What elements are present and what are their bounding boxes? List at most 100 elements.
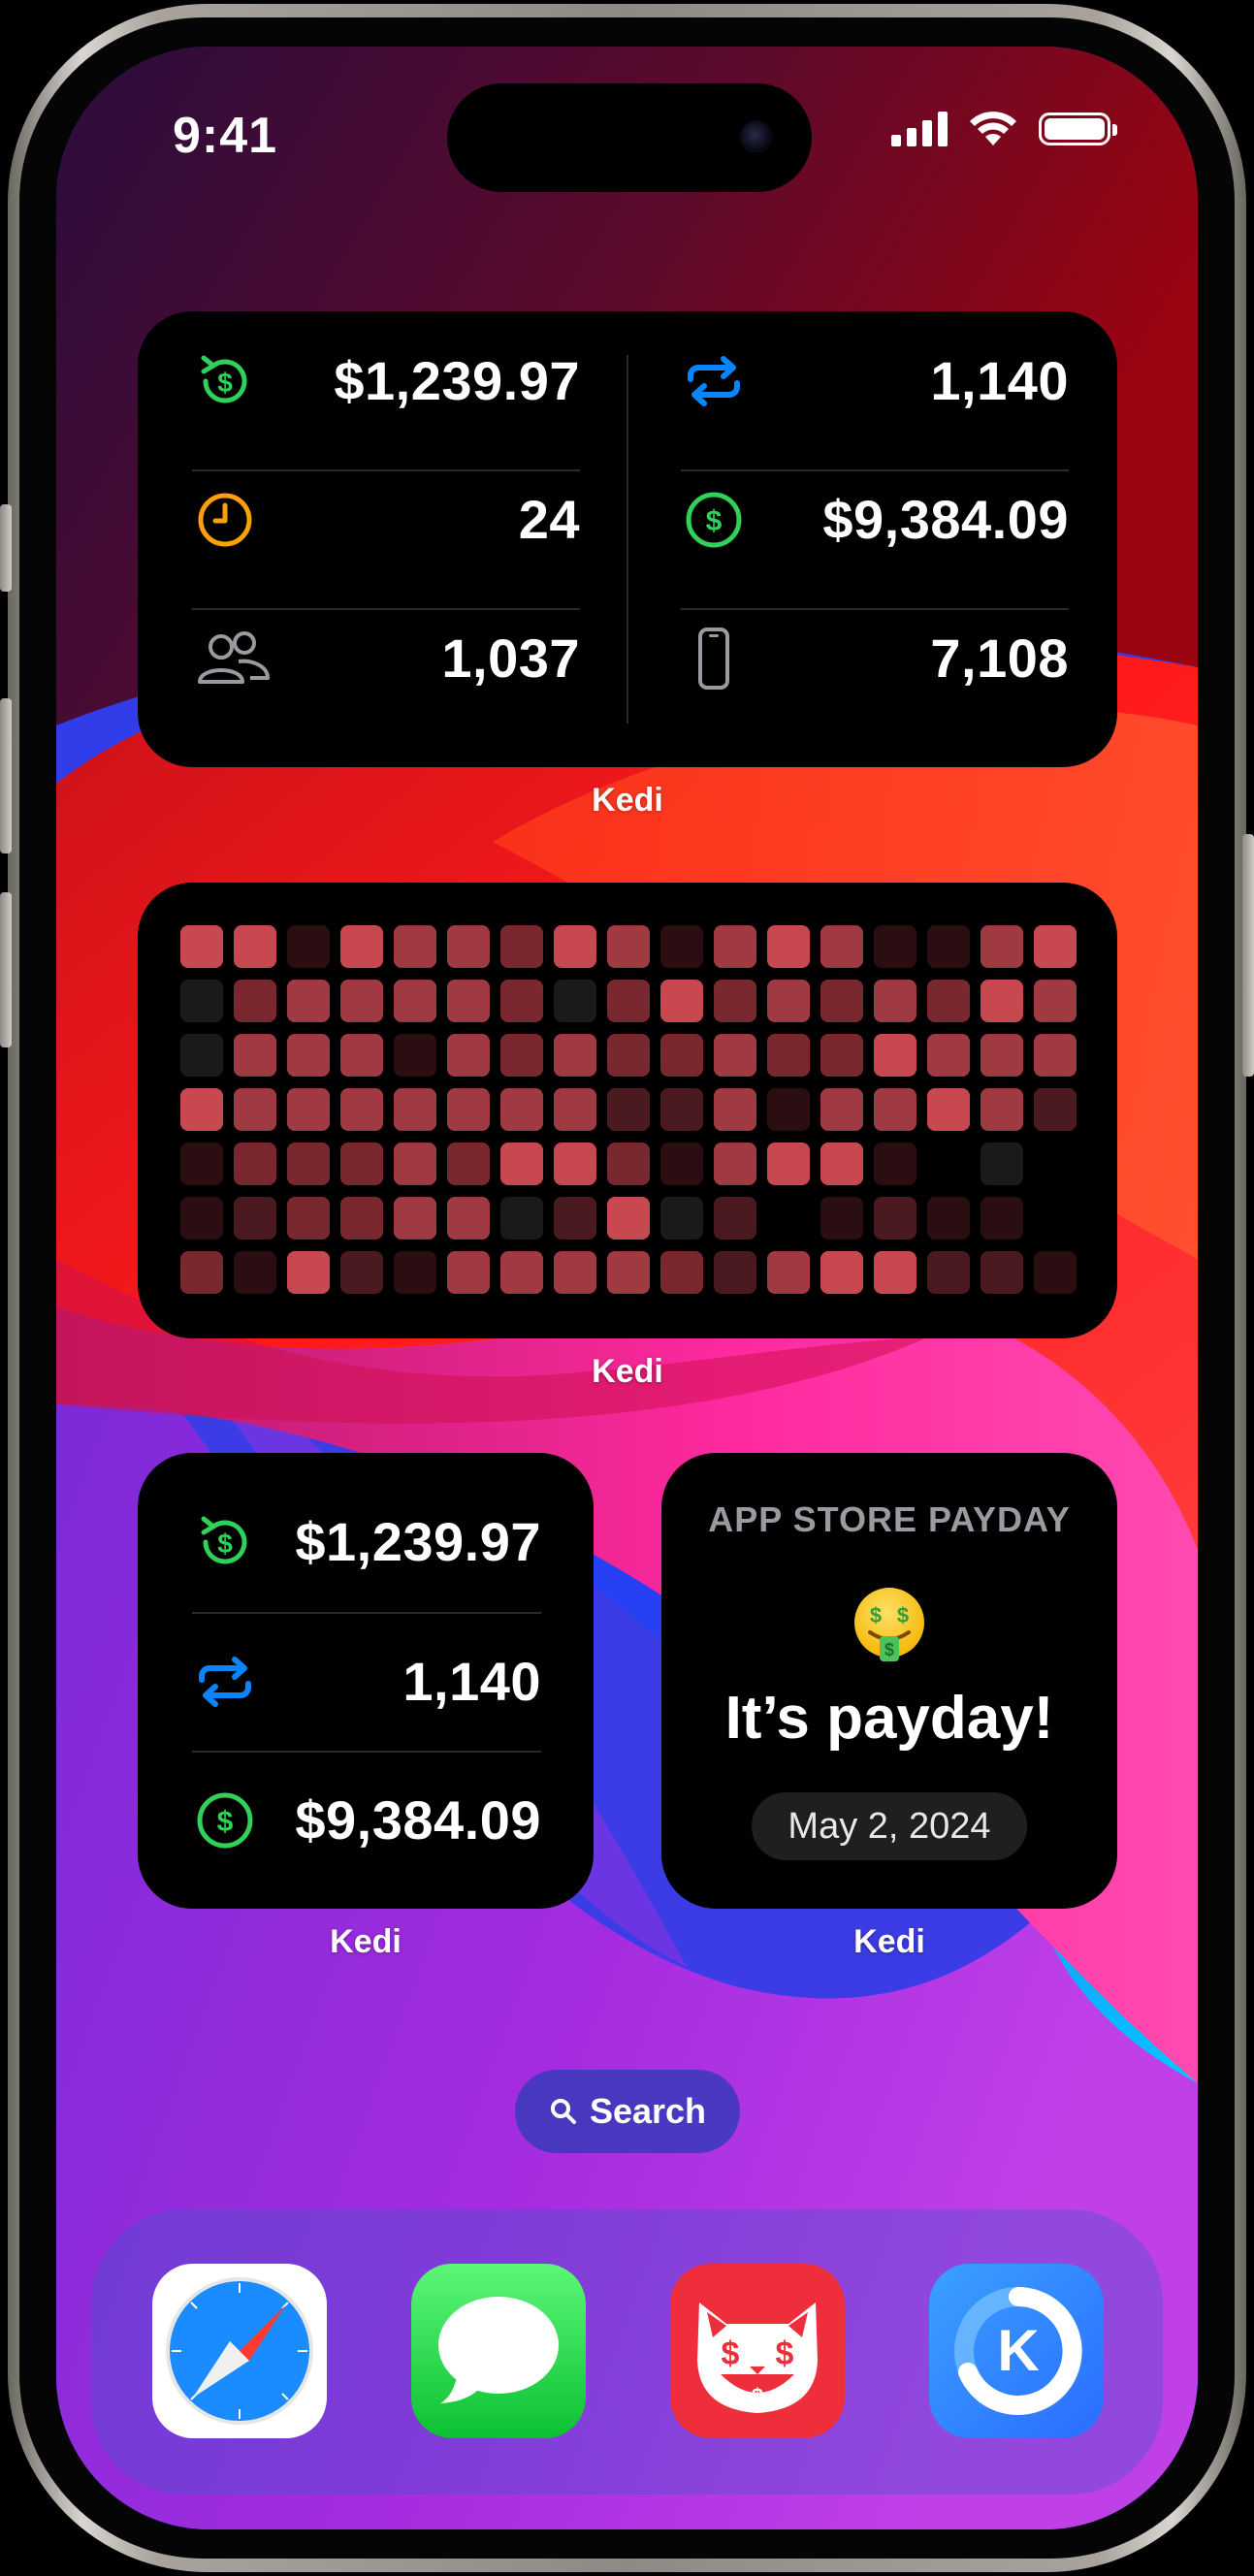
status-icons bbox=[891, 111, 1117, 147]
heatmap-cell bbox=[981, 1034, 1023, 1077]
action-button bbox=[0, 504, 12, 592]
power-button bbox=[1242, 834, 1254, 1077]
messages-icon[interactable] bbox=[411, 2264, 586, 2438]
heatmap-cell bbox=[394, 980, 436, 1022]
widget-label: Kedi bbox=[592, 1353, 663, 1390]
heatmap-cell bbox=[1034, 1143, 1077, 1185]
users-icon bbox=[192, 626, 273, 692]
heatmap-cell bbox=[1034, 980, 1077, 1022]
heatmap-cell bbox=[554, 1143, 596, 1185]
heatmap-cell bbox=[1034, 1197, 1077, 1240]
svg-text:$: $ bbox=[217, 368, 233, 398]
payday-headline: It’s payday! bbox=[724, 1685, 1054, 1752]
svg-text:$: $ bbox=[752, 2384, 763, 2408]
heatmap-cell bbox=[767, 1143, 810, 1185]
stat-row-renewals: 1,140 bbox=[192, 1612, 541, 1751]
heatmap-cell bbox=[927, 1088, 970, 1131]
column-divider bbox=[627, 355, 628, 724]
kedi-k-icon[interactable]: K bbox=[929, 2264, 1104, 2438]
heatmap-cell bbox=[927, 980, 970, 1022]
payday-widget[interactable]: APP STORE PAYDAY $ $ $ It’s payday! May … bbox=[661, 1453, 1117, 1909]
heatmap-cell bbox=[820, 1251, 863, 1294]
heatmap-cell bbox=[287, 1088, 330, 1131]
stat-value: $9,384.09 bbox=[295, 1789, 541, 1851]
heatmap-cell bbox=[927, 1034, 970, 1077]
heatmap-cell bbox=[234, 1143, 276, 1185]
heatmap-cell bbox=[1034, 1088, 1077, 1131]
heatmap-cell bbox=[447, 1143, 490, 1185]
heatmap-cell bbox=[500, 980, 543, 1022]
kedi-cat-icon[interactable]: $ $ $ bbox=[670, 2264, 845, 2438]
heatmap-cell bbox=[287, 925, 330, 968]
home-screen: 9:41 $ $1,239.97 24 1,037 1,140 $ $9,384… bbox=[56, 47, 1198, 2529]
heatmap-cell bbox=[607, 1088, 650, 1131]
svg-text:K: K bbox=[997, 2318, 1039, 2383]
svg-text:$: $ bbox=[776, 2335, 794, 2372]
heatmap-cell bbox=[287, 1251, 330, 1294]
heatmap-cell bbox=[981, 1088, 1023, 1131]
heatmap-cell bbox=[554, 1034, 596, 1077]
heatmap-cell bbox=[714, 1197, 756, 1240]
svg-text:$: $ bbox=[706, 505, 723, 537]
heatmap-cell bbox=[394, 1143, 436, 1185]
heatmap-cell bbox=[714, 1088, 756, 1131]
heatmap-cell bbox=[981, 925, 1023, 968]
heatmap-cell bbox=[234, 925, 276, 968]
stat-value: 1,037 bbox=[441, 628, 580, 689]
heatmap-widget[interactable] bbox=[138, 883, 1117, 1338]
svg-text:$: $ bbox=[897, 1603, 909, 1627]
heatmap-cell bbox=[554, 980, 596, 1022]
stat-value: $1,239.97 bbox=[295, 1511, 541, 1572]
heatmap-cell bbox=[340, 1197, 383, 1240]
heatmap-cell bbox=[234, 1034, 276, 1077]
battery-icon bbox=[1039, 113, 1117, 145]
heatmap-cell bbox=[767, 1251, 810, 1294]
heatmap-cell bbox=[820, 1088, 863, 1131]
heatmap-cell bbox=[1034, 1034, 1077, 1077]
stat-value: 24 bbox=[518, 489, 580, 550]
stat-row-refunds: $ $1,239.97 bbox=[192, 311, 580, 450]
small-stats-widget[interactable]: $ $1,239.97 1,140 $ $9,384.09 bbox=[138, 1453, 594, 1909]
heatmap-cell bbox=[447, 1088, 490, 1131]
heatmap-cell bbox=[660, 1143, 703, 1185]
heatmap-cell bbox=[874, 1034, 916, 1077]
heatmap-cell bbox=[394, 1034, 436, 1077]
heatmap-cell bbox=[180, 1088, 223, 1131]
heatmap-cell bbox=[447, 925, 490, 968]
heatmap-cell bbox=[180, 980, 223, 1022]
heatmap-cell bbox=[500, 1251, 543, 1294]
heatmap-cell bbox=[981, 1197, 1023, 1240]
heatmap-cell bbox=[874, 925, 916, 968]
payday-date: May 2, 2024 bbox=[752, 1792, 1027, 1860]
cellular-signal-icon bbox=[891, 112, 948, 146]
heatmap-cell bbox=[554, 1251, 596, 1294]
heatmap-cell bbox=[874, 980, 916, 1022]
search-button[interactable]: Search bbox=[515, 2070, 740, 2153]
heatmap-cell bbox=[500, 1088, 543, 1131]
svg-text:$: $ bbox=[217, 1806, 234, 1838]
heatmap-cell bbox=[340, 1034, 383, 1077]
heatmap-cell bbox=[180, 1034, 223, 1077]
heatmap-cell bbox=[500, 1197, 543, 1240]
heatmap-cell bbox=[394, 1088, 436, 1131]
heatmap-cell bbox=[981, 1251, 1023, 1294]
heatmap-cell bbox=[554, 925, 596, 968]
heatmap-cell bbox=[874, 1143, 916, 1185]
heatmap-cell bbox=[714, 980, 756, 1022]
dynamic-island bbox=[447, 83, 812, 192]
safari-icon[interactable] bbox=[152, 2264, 327, 2438]
heatmap-cell bbox=[554, 1088, 596, 1131]
heatmap-cell bbox=[874, 1197, 916, 1240]
heatmap-cell bbox=[874, 1251, 916, 1294]
status-time: 9:41 bbox=[173, 108, 278, 164]
svg-text:$: $ bbox=[217, 1529, 233, 1559]
heatmap-cell bbox=[287, 1143, 330, 1185]
volume-up-button bbox=[0, 698, 12, 853]
search-label: Search bbox=[589, 2091, 707, 2131]
heatmap-cell bbox=[767, 980, 810, 1022]
large-stats-widget[interactable]: $ $1,239.97 24 1,037 1,140 $ $9,384.09 7… bbox=[138, 311, 1117, 767]
heatmap-cell bbox=[234, 980, 276, 1022]
heatmap-cell bbox=[234, 1088, 276, 1131]
heatmap-cell bbox=[1034, 925, 1077, 968]
heatmap-cell bbox=[714, 1034, 756, 1077]
